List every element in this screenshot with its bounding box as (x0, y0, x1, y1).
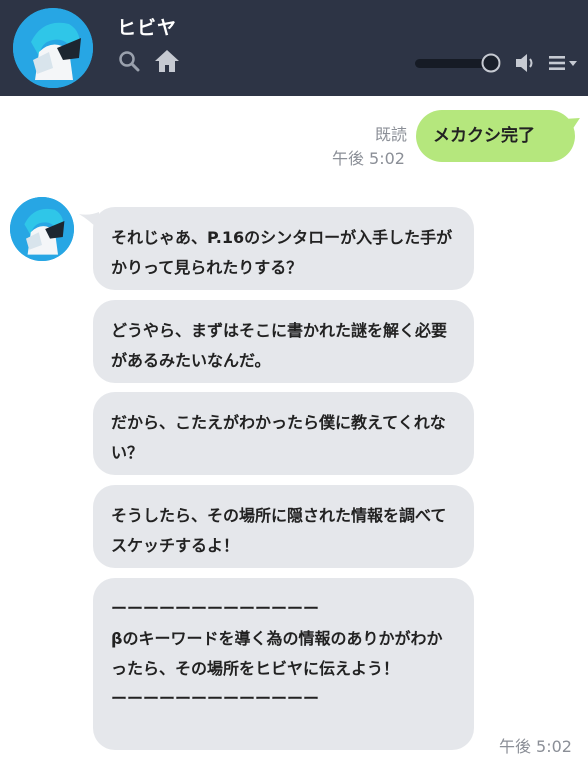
avatar-image (10, 197, 74, 261)
received-message-bubble[interactable]: どうやら、まずはそこに書かれた謎を解く必要があるみたいなんだ。 (93, 300, 474, 383)
received-message-bubble[interactable]: そうしたら、その場所に隠された情報を調べてスケッチするよ！ (93, 485, 474, 568)
sent-timestamp: 午後 5:02 (331, 149, 405, 168)
contact-avatar[interactable] (13, 8, 93, 88)
received-timestamp: 午後 5:02 (498, 737, 572, 756)
chat-header: ヒビヤ (0, 0, 588, 96)
received-message-bubble[interactable]: ーーーーーーーーーーーーー βのキーワードを導く為の情報のありかがわかったら、そ… (93, 578, 474, 750)
speaker-icon[interactable] (514, 52, 538, 74)
chat-title: ヒビヤ (117, 17, 178, 39)
home-icon[interactable] (154, 49, 180, 73)
received-message-bubble[interactable]: だから、こたえがわかったら僕に教えてくれない？ (93, 392, 474, 475)
received-message-bubble[interactable]: それじゃあ、P.16のシンタローが入手した手がかりって見られたりする？ (93, 207, 474, 290)
search-icon[interactable] (118, 50, 140, 72)
read-receipt: 既読 (374, 125, 407, 144)
sender-avatar[interactable] (10, 197, 74, 261)
menu-icon[interactable] (548, 54, 580, 72)
sent-message-bubble[interactable]: メカクシ完了 (416, 110, 575, 162)
volume-slider[interactable] (414, 52, 506, 74)
avatar-image (13, 8, 93, 88)
